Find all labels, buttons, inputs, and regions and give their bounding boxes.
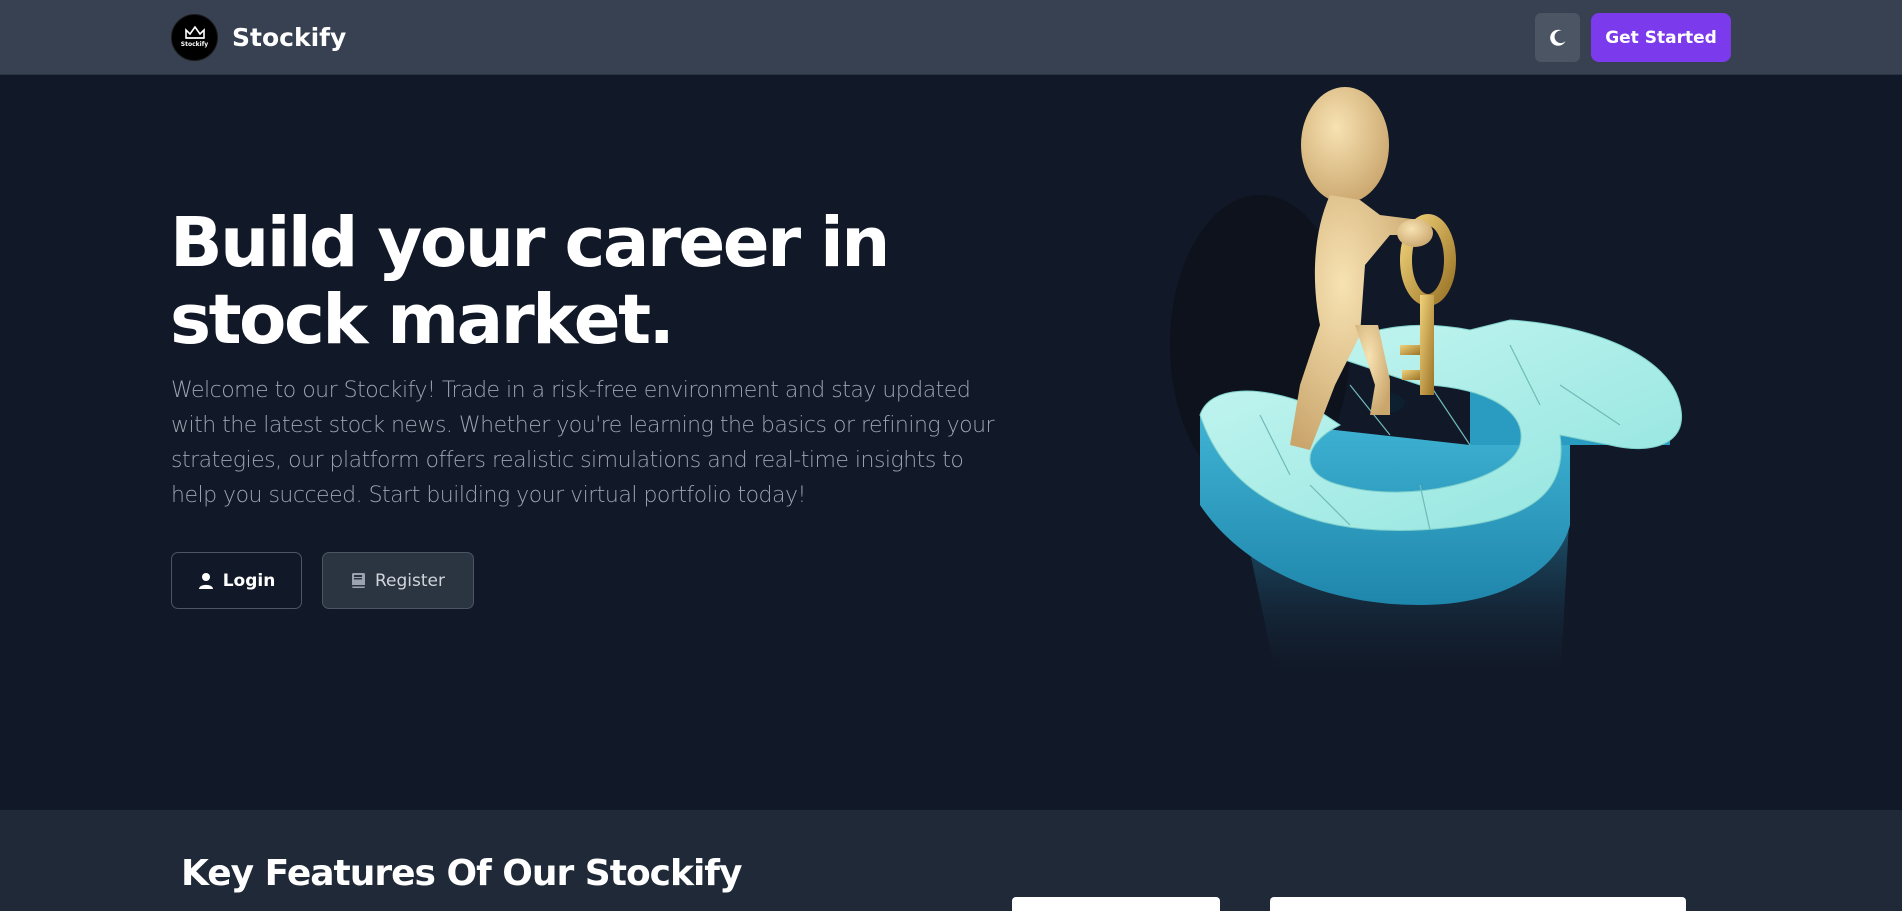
brand[interactable]: Stockify Stockify (171, 13, 347, 61)
login-button[interactable]: Login (171, 552, 302, 609)
feature-card (1012, 897, 1220, 911)
theme-toggle-button[interactable] (1535, 13, 1580, 62)
hero-title-line1: Build your career in (170, 203, 890, 283)
user-icon (198, 572, 213, 589)
features-title: Key Features Of Our Stockify (181, 853, 742, 894)
hero-title-line2: stock market. (170, 280, 675, 360)
feature-card (1270, 897, 1686, 911)
hero-title: Build your career in stock market. (170, 205, 930, 359)
navbar: Stockify Stockify Get Started (0, 0, 1902, 75)
crown-icon (184, 26, 205, 39)
get-started-button[interactable]: Get Started (1591, 13, 1731, 62)
logo-text: Stockify (180, 41, 209, 48)
hero-description: Welcome to our Stockify! Trade in a risk… (171, 378, 995, 508)
brand-name: Stockify (232, 22, 347, 52)
book-icon (352, 572, 365, 588)
features-section: Key Features Of Our Stockify (0, 810, 1902, 911)
hero-illustration (1170, 87, 1682, 695)
moon-icon (1549, 29, 1565, 46)
register-label: Register (375, 570, 445, 591)
login-label: Login (222, 570, 276, 591)
register-button[interactable]: Register (322, 552, 474, 609)
logo: Stockify (171, 13, 218, 61)
